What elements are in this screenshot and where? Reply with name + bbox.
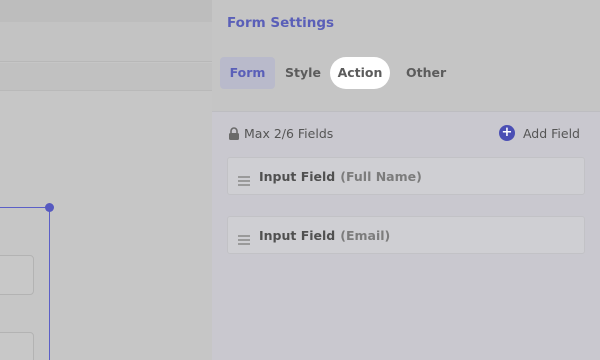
add-field-label: Add Field — [522, 125, 580, 141]
tab-form[interactable]: Form — [220, 57, 275, 89]
field-name-label: (Full Name) — [340, 168, 422, 184]
field-limit-text: Max 2/6 Fields — [244, 125, 334, 141]
field-limit: Max 2/6 Fields — [228, 124, 333, 142]
panel-header: Form Settings Form Style Action Other — [212, 0, 600, 112]
form-settings-panel: Form Settings Form Style Action Other Ma… — [212, 0, 600, 360]
canvas-header-strip — [0, 22, 212, 62]
field-item[interactable]: Input Field (Email) — [227, 216, 585, 254]
tab-style[interactable]: Style — [285, 57, 321, 89]
drag-handle-icon[interactable] — [238, 171, 250, 186]
field-item[interactable]: Input Field (Full Name) — [227, 157, 585, 195]
canvas-subheader-strip — [0, 63, 212, 91]
add-field-button[interactable]: + Add Field — [498, 124, 580, 142]
field-type-label: Input Field — [259, 227, 336, 243]
field-type-label: Input Field — [259, 168, 336, 184]
plus-circle-icon: + — [498, 125, 515, 141]
canvas-input-preview[interactable] — [0, 255, 34, 295]
tab-other[interactable]: Other — [406, 57, 446, 89]
tab-action[interactable]: Action — [330, 57, 390, 89]
field-name-label: (Email) — [340, 227, 391, 243]
canvas-top-bar — [0, 0, 212, 22]
panel-title: Form Settings — [227, 15, 335, 31]
resize-handle[interactable] — [45, 203, 54, 212]
canvas-input-preview[interactable] — [0, 332, 34, 360]
drag-handle-icon[interactable] — [238, 230, 250, 245]
form-canvas — [0, 0, 212, 360]
lock-icon — [228, 126, 240, 140]
